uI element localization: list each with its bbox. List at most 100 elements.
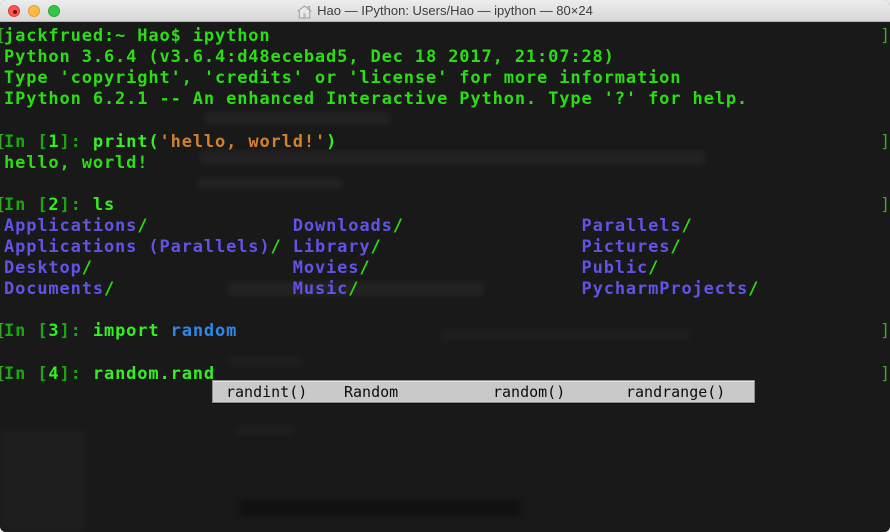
terminal-text-segment: /: [670, 237, 681, 257]
ghost-artifact: [0, 430, 85, 532]
terminal-line: Desktop/ Movies/ Public/: [0, 258, 890, 279]
terminal-text-segment: Desktop: [4, 258, 82, 278]
terminal-text-segment: Python 3.6.4 (v3.6.4:d48ecebad5, Dec 18 …: [4, 47, 615, 67]
terminal-text-segment: Library: [293, 237, 371, 257]
terminal-text-segment: [359, 279, 581, 299]
terminal-text-segment: /: [393, 216, 404, 236]
terminal-text-segment: Documents: [4, 279, 104, 299]
terminal-text-segment: /: [104, 279, 115, 299]
terminal-line: [] In [1]: print('hello, world!'): [0, 132, 890, 153]
completion-item-randrange[interactable]: randrange(): [626, 382, 725, 403]
terminal-text-segment: Parallels: [582, 216, 682, 236]
terminal-text-segment: import: [93, 321, 160, 341]
terminal-text-segment: /: [348, 279, 359, 299]
terminal-text-segment: Type 'copyright', 'credits' or 'license'…: [4, 68, 681, 88]
terminal-text-segment: ]:: [60, 132, 93, 152]
ghost-artifact: [197, 178, 342, 189]
ghost-artifact: [205, 112, 390, 125]
prompt-mark-right: ]: [880, 195, 890, 216]
terminal-text-segment: random: [171, 321, 238, 341]
terminal-text-segment: Applications: [4, 216, 137, 236]
terminal-text-segment: (: [148, 132, 159, 152]
prompt-mark-left: [: [0, 364, 7, 385]
terminal-text-segment: /: [137, 216, 148, 236]
terminal-line: [] In [3]: import random: [0, 321, 890, 342]
terminal-text-segment: [93, 258, 293, 278]
terminal-text-segment: [282, 237, 293, 257]
terminal-line: Type 'copyright', 'credits' or 'license'…: [0, 68, 890, 89]
terminal-text-segment: Music: [293, 279, 349, 299]
prompt-mark-left: [: [0, 132, 7, 153]
terminal-text-segment: /: [82, 258, 93, 278]
terminal-text-segment: print: [93, 132, 149, 152]
terminal-text-segment: /: [681, 216, 692, 236]
terminal-text-segment: Public: [581, 258, 648, 278]
terminal-text-segment: 1: [48, 132, 59, 152]
terminal-screen[interactable]: randint() Random random() randrange() []…: [0, 22, 890, 532]
prompt-mark-left: [: [0, 321, 7, 342]
terminal-text-segment: Pictures: [581, 237, 670, 257]
minimize-button[interactable]: [28, 5, 40, 17]
terminal-text-segment: Movies: [293, 258, 360, 278]
terminal-text-segment: /: [359, 258, 370, 278]
terminal-text-segment: In [: [4, 364, 48, 384]
terminal-text-segment: /: [271, 237, 282, 257]
terminal-text-segment: Applications (Parallels): [4, 237, 271, 257]
terminal-text-segment: In [: [4, 195, 48, 215]
prompt-mark-right: ]: [880, 364, 890, 385]
terminal-text-segment: hello, world!: [4, 153, 148, 173]
terminal-text-segment: 3: [48, 321, 59, 341]
terminal-text-segment: ls: [93, 195, 115, 215]
terminal-text-segment: [160, 321, 171, 341]
traffic-lights: [8, 5, 60, 17]
terminal-text-segment: /: [370, 237, 381, 257]
terminal-line: hello, world!: [0, 153, 890, 174]
terminal-text-segment: ]:: [60, 321, 93, 341]
terminal-text-segment: [148, 216, 292, 236]
close-button[interactable]: [8, 5, 20, 17]
terminal-line: Applications/ Downloads/ Parallels/: [0, 216, 890, 237]
ghost-artifact: [235, 425, 295, 435]
terminal-text-segment: 2: [48, 195, 59, 215]
terminal-text-segment: ]:: [60, 364, 93, 384]
terminal-line: [] jackfrued:~ Hao$ ipython: [0, 26, 890, 47]
prompt-mark-left: [: [0, 26, 7, 47]
terminal-text-segment: ): [326, 132, 337, 152]
terminal-text-segment: random.rand: [93, 364, 215, 384]
terminal-text-segment: [115, 279, 293, 299]
terminal-text-segment: Downloads: [293, 216, 393, 236]
terminal-line: Applications (Parallels)/ Library/ Pictu…: [0, 237, 890, 258]
terminal-text-segment: PycharmProjects: [582, 279, 749, 299]
terminal-text-segment: 4: [48, 364, 59, 384]
terminal-text-segment: In [: [4, 321, 48, 341]
home-folder-icon[interactable]: [297, 4, 312, 18]
terminal-text-segment: In [: [4, 132, 48, 152]
terminal-text-segment: IPython 6.2.1 -- An enhanced Interactive…: [4, 89, 748, 109]
terminal-line: IPython 6.2.1 -- An enhanced Interactive…: [0, 89, 890, 110]
title-group: Hao — IPython: Users/Hao — ipython — 80×…: [297, 3, 593, 18]
completion-menu[interactable]: randint() Random random() randrange(): [212, 380, 755, 403]
terminal-text-segment: [404, 216, 582, 236]
prompt-mark-left: [: [0, 195, 7, 216]
terminal-text-segment: /: [648, 258, 659, 278]
terminal-line: Python 3.6.4 (v3.6.4:d48ecebad5, Dec 18 …: [0, 47, 890, 68]
terminal-line: Documents/ Music/ PycharmProjects/: [0, 279, 890, 300]
ghost-artifact: [240, 500, 520, 516]
prompt-mark-right: ]: [880, 132, 890, 153]
window-title: Hao — IPython: Users/Hao — ipython — 80×…: [317, 3, 593, 18]
prompt-mark-right: ]: [880, 26, 890, 47]
zoom-button[interactable]: [48, 5, 60, 17]
completion-item-randint[interactable]: randint(): [226, 382, 307, 403]
terminal-text-segment: [382, 237, 582, 257]
terminal-window: Hao — IPython: Users/Hao — ipython — 80×…: [0, 0, 890, 532]
prompt-mark-right: ]: [880, 321, 890, 342]
terminal-text-segment: 'hello, world!': [160, 132, 327, 152]
terminal-text-segment: [370, 258, 581, 278]
titlebar[interactable]: Hao — IPython: Users/Hao — ipython — 80×…: [0, 0, 890, 22]
completion-item-random[interactable]: random(): [493, 382, 565, 403]
terminal-text-segment: jackfrued:~ Hao$ ipython: [4, 26, 271, 46]
completion-item-Random[interactable]: Random: [344, 382, 398, 403]
terminal-text-segment: /: [748, 279, 759, 299]
terminal-text-segment: ]:: [60, 195, 93, 215]
terminal-line: [] In [2]: ls: [0, 195, 890, 216]
